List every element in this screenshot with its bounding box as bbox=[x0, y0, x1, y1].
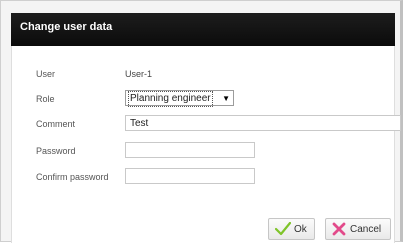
cancel-button[interactable]: Cancel bbox=[325, 218, 391, 240]
password-field[interactable] bbox=[125, 142, 255, 158]
dialog-titlebar: Change user data bbox=[11, 13, 395, 47]
password-label: Password bbox=[36, 146, 76, 156]
user-value: User-1 bbox=[125, 69, 153, 79]
role-label: Role bbox=[36, 94, 55, 104]
role-select[interactable]: Planning engineer ▼ bbox=[125, 90, 234, 107]
user-label: User bbox=[36, 69, 56, 79]
cross-icon bbox=[332, 222, 346, 239]
change-user-dialog: Change user data User User-1 Role Planni… bbox=[0, 0, 403, 243]
checkmark-icon bbox=[274, 221, 292, 239]
confirm-password-label: Confirm password bbox=[36, 172, 109, 182]
ok-label: Ok bbox=[294, 224, 307, 235]
ok-button[interactable]: Ok bbox=[268, 218, 315, 240]
dialog-body: User User-1 Role Planning engineer ▼ Com… bbox=[11, 46, 401, 243]
role-selected-value: Planning engineer bbox=[128, 91, 213, 107]
confirm-password-field[interactable] bbox=[125, 168, 255, 184]
cancel-label: Cancel bbox=[350, 224, 382, 235]
dialog-title: Change user data bbox=[20, 21, 113, 33]
chevron-down-icon: ▼ bbox=[222, 94, 230, 103]
comment-label: Comment bbox=[36, 119, 76, 129]
comment-field[interactable] bbox=[125, 115, 401, 131]
